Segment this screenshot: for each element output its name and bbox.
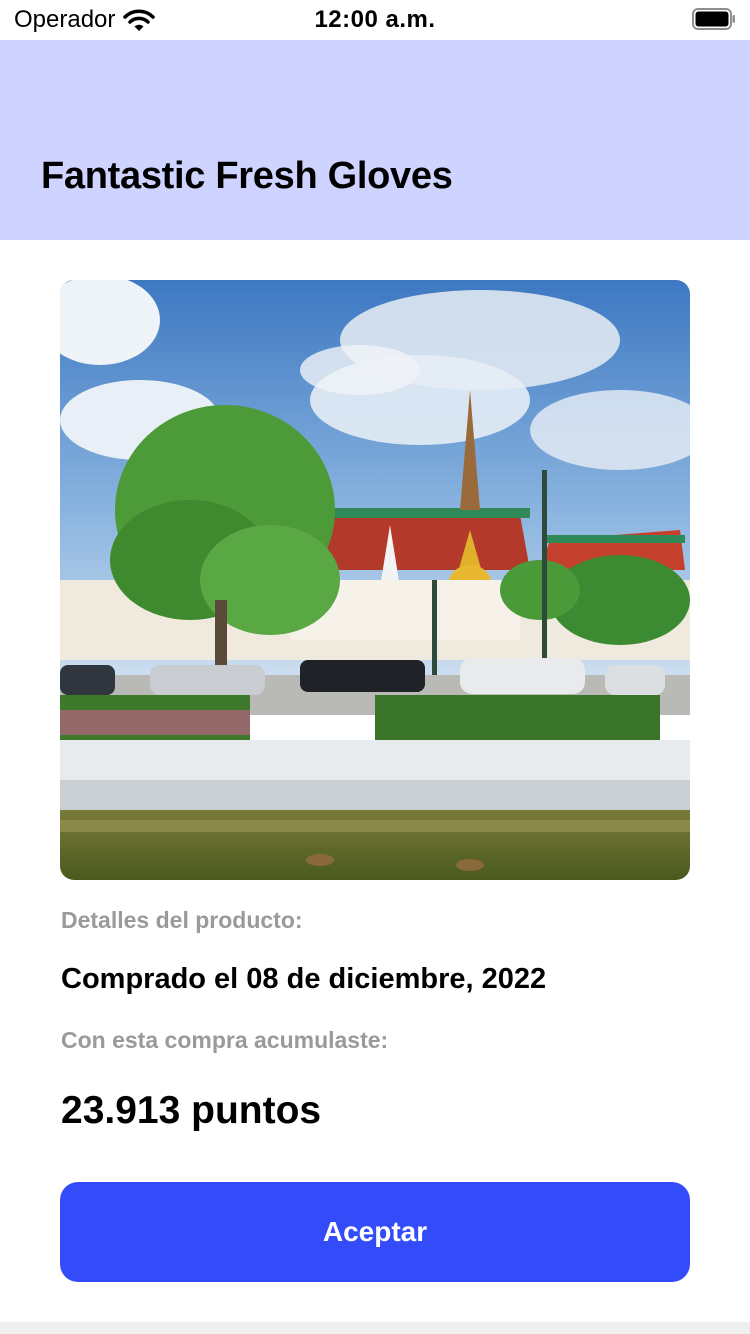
product-image xyxy=(60,280,690,880)
purchase-date: Comprado el 08 de diciembre, 2022 xyxy=(61,963,547,995)
details-label: Detalles del producto: xyxy=(61,907,303,933)
status-bar: Operador 12:00 a.m. xyxy=(0,0,750,40)
accept-button[interactable]: Aceptar xyxy=(60,1182,690,1282)
points-value: 23.913 puntos xyxy=(61,1089,322,1132)
bottom-bar xyxy=(0,1322,750,1334)
header xyxy=(0,40,750,240)
accumulated-label: Con esta compra acumulaste: xyxy=(61,1027,389,1053)
temple-photo xyxy=(60,280,690,880)
battery-icon xyxy=(692,8,736,30)
status-time: 12:00 a.m. xyxy=(314,6,436,33)
page-title: Fantastic Fresh Gloves xyxy=(41,155,453,197)
